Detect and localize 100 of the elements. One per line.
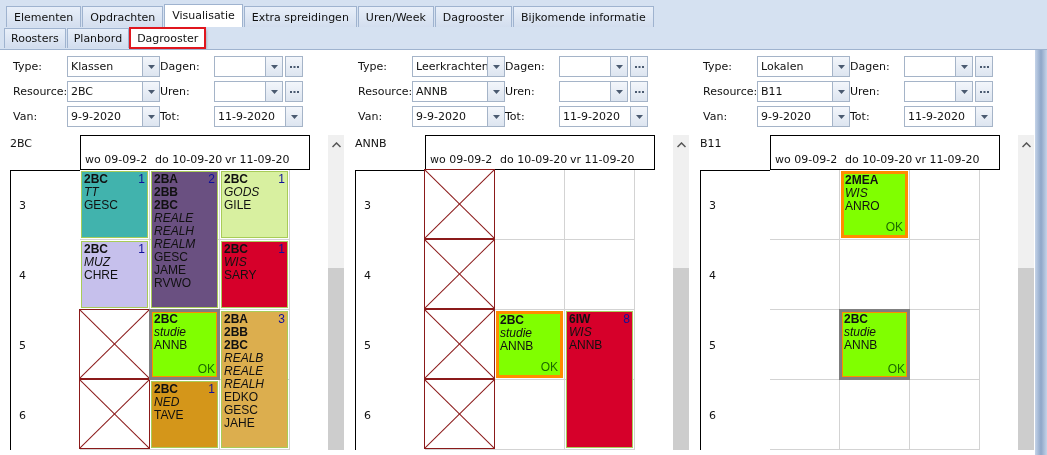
- dropdown-field[interactable]: [559, 56, 628, 77]
- class-code: 2BC: [224, 173, 248, 186]
- field-label: Type:: [358, 60, 388, 73]
- dropdown-button[interactable]: [487, 57, 504, 76]
- date-field[interactable]: 9-9-2020: [67, 106, 160, 127]
- class-code: 2BC: [84, 173, 108, 186]
- scrollbar[interactable]: [1018, 135, 1034, 450]
- day-label: wo 09-09-2: [85, 153, 149, 166]
- lesson-card[interactable]: 2BC studie ANNB OK: [839, 309, 910, 380]
- date-field[interactable]: 11-9-2020: [904, 106, 993, 127]
- teacher-code: GESC: [84, 199, 118, 212]
- field-label: Dagen:: [505, 60, 546, 73]
- period-number: 4: [709, 268, 716, 282]
- dropdown-field[interactable]: [559, 81, 628, 102]
- teacher-code: RVWO: [154, 277, 192, 290]
- dropdown-field[interactable]: [214, 81, 283, 102]
- subject-code: REALB: [224, 352, 264, 365]
- more-button[interactable]: [630, 56, 648, 77]
- caret-down-icon: [147, 64, 155, 69]
- lesson-card[interactable]: 2BA 2BB 2BC REALB REALE REALH EDKO GESC JAHE 3: [221, 311, 288, 448]
- field-label: Dagen:: [160, 60, 201, 73]
- day-label: wo 09-09-2: [430, 153, 494, 166]
- dropdown-button[interactable]: [142, 107, 159, 126]
- tab[interactable]: Extra spreidingen: [243, 6, 357, 28]
- dropdown-field[interactable]: B11: [757, 81, 850, 102]
- tab[interactable]: Dagrooster: [130, 28, 206, 48]
- dropdown-field[interactable]: [214, 56, 283, 77]
- caret-down-icon: [635, 114, 643, 119]
- dropdown-button[interactable]: [610, 57, 627, 76]
- more-button[interactable]: [975, 56, 993, 77]
- lesson-card[interactable]: 2MEA WIS ANRO OK: [841, 171, 908, 238]
- lesson-card[interactable]: 2BC MUZ CHRE 1: [81, 241, 148, 308]
- field-label: Resource:: [13, 85, 67, 98]
- more-button[interactable]: [630, 81, 648, 102]
- lesson-card[interactable]: 2BC studie ANNB OK: [496, 311, 563, 378]
- lesson-card[interactable]: 2BC NED TAVE 1: [151, 381, 218, 448]
- dropdown-button[interactable]: [832, 82, 849, 101]
- tab[interactable]: Uren/Week: [357, 6, 434, 28]
- dropdown-button[interactable]: [265, 57, 282, 76]
- scrollbar[interactable]: [673, 135, 689, 450]
- dropdown-field[interactable]: Klassen: [67, 56, 160, 77]
- tab[interactable]: Roosters: [4, 28, 66, 48]
- tab[interactable]: Visualisatie: [164, 4, 243, 28]
- class-code: 6IW: [569, 313, 591, 326]
- dropdown-button[interactable]: [610, 82, 627, 101]
- crossed-slot: [424, 169, 495, 239]
- dropdown-field[interactable]: Leerkrachten: [412, 56, 505, 77]
- tab[interactable]: Dagrooster: [434, 6, 513, 28]
- teacher-code: JAHE: [224, 417, 255, 430]
- lesson-card[interactable]: 2BC studie ANNB OK: [149, 309, 220, 380]
- field-label: Resource:: [358, 85, 412, 98]
- lesson-count: 3: [278, 313, 285, 326]
- more-button[interactable]: [285, 56, 303, 77]
- dropdown-button[interactable]: [487, 82, 504, 101]
- dropdown-button[interactable]: [142, 57, 159, 76]
- lesson-count: 1: [278, 173, 285, 186]
- class-code: 2BC: [844, 313, 868, 326]
- dropdown-button[interactable]: [832, 57, 849, 76]
- date-field[interactable]: 11-9-2020: [559, 106, 648, 127]
- dropdown-button[interactable]: [285, 107, 302, 126]
- dropdown-button[interactable]: [955, 57, 972, 76]
- period-number: 3: [364, 199, 371, 212]
- caret-down-icon: [837, 64, 845, 69]
- field-label: Tot:: [505, 110, 526, 123]
- more-button[interactable]: [285, 81, 303, 102]
- date-field[interactable]: 11-9-2020: [214, 106, 303, 127]
- dropdown-field[interactable]: [904, 81, 973, 102]
- dropdown-field[interactable]: ANNB: [412, 81, 505, 102]
- tab[interactable]: Opdrachten: [82, 6, 164, 28]
- dropdown-field[interactable]: 2BC: [67, 81, 160, 102]
- lesson-card[interactable]: 2BC GODS GILE 1: [221, 171, 288, 238]
- class-code: 2BB: [154, 186, 178, 199]
- subject-code: WIS: [569, 326, 592, 339]
- dropdown-button[interactable]: [265, 82, 282, 101]
- lesson-card[interactable]: 2BC WIS SARY 1: [221, 241, 288, 308]
- subject-code: REALH: [224, 378, 264, 391]
- date-field[interactable]: 9-9-2020: [412, 106, 505, 127]
- tab[interactable]: Bijkomende informatie: [513, 6, 654, 28]
- lesson-card[interactable]: 6IW WIS ANNB 8: [566, 311, 633, 448]
- dropdown-button[interactable]: [832, 107, 849, 126]
- dropdown-button[interactable]: [142, 82, 159, 101]
- dropdown-field[interactable]: Lokalen: [757, 56, 850, 77]
- date-field[interactable]: 9-9-2020: [757, 106, 850, 127]
- dropdown-button[interactable]: [975, 107, 992, 126]
- tab[interactable]: Elementen: [6, 6, 82, 28]
- more-button[interactable]: [975, 81, 993, 102]
- dropdown-button[interactable]: [487, 107, 504, 126]
- resource-title: 2BC: [10, 136, 34, 150]
- dropdown-button[interactable]: [955, 82, 972, 101]
- lesson-card[interactable]: 2BC TT GESC 1: [81, 171, 148, 238]
- dropdown-button[interactable]: [630, 107, 647, 126]
- scrollbar[interactable]: [328, 135, 344, 450]
- lesson-count: 1: [208, 383, 215, 396]
- crossed-slot: [79, 379, 150, 449]
- dropdown-field[interactable]: [904, 56, 973, 77]
- tab[interactable]: Planbord: [66, 28, 130, 48]
- period-number: 4: [19, 268, 26, 282]
- teacher-code: ANRO: [845, 200, 880, 213]
- crossed-slot: [424, 309, 495, 379]
- field-label: Dagen:: [850, 60, 891, 73]
